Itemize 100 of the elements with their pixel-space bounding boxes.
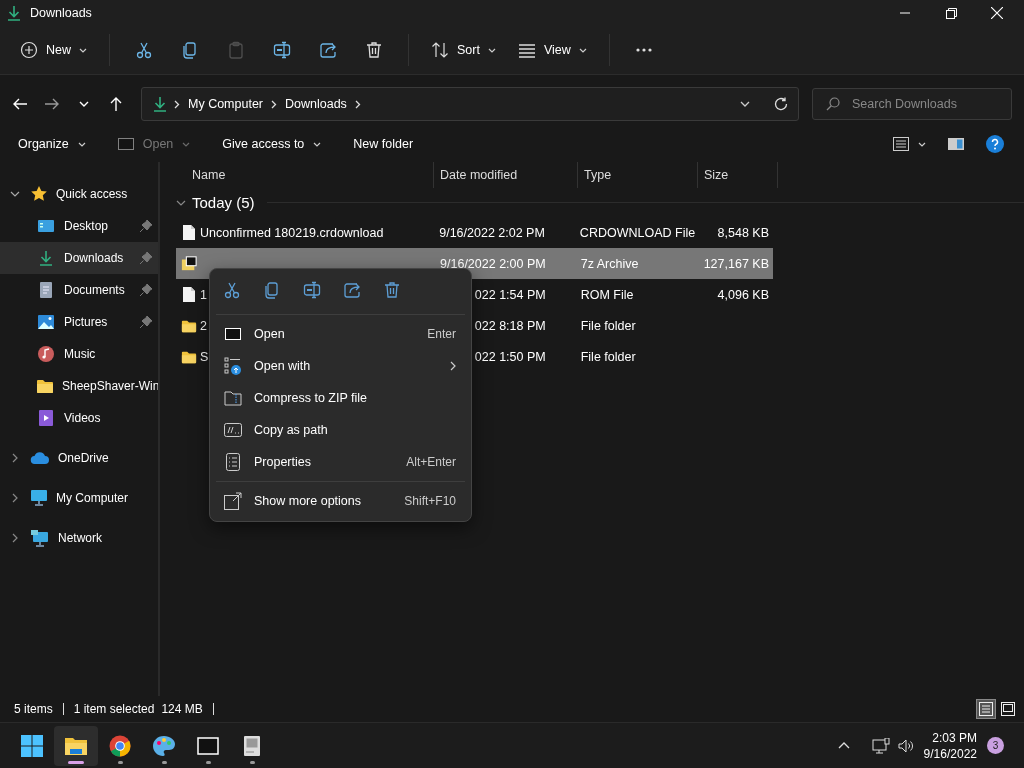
menu-item[interactable]: Properties Alt+Enter [210,446,471,478]
sidebar-item[interactable]: Network [0,522,158,554]
file-size: 127,167 KB [703,256,769,271]
caret-icon [182,141,191,147]
sidebar-item[interactable]: My Computer [0,482,158,514]
search-field[interactable]: Search Downloads [812,88,1012,120]
computer-icon [243,734,261,757]
zip-folder-icon [224,390,242,406]
date-modified: 022 8:18 PM [474,318,546,333]
file-name: Unconfirmed 180219.crdownload [200,225,384,240]
breadcrumb[interactable]: Downloads [283,97,349,111]
archive-icon [181,255,197,272]
palette-icon [152,734,176,757]
window-title: Downloads [30,6,92,20]
column-header[interactable]: Size [698,162,778,188]
chevron-icon [271,99,278,109]
cloud-icon [30,451,50,465]
sidebar-item[interactable]: OneDrive [0,442,158,474]
close-icon [991,7,1003,19]
menu-item[interactable]: Copy as path [210,414,471,446]
date-modified: 022 1:50 PM [474,349,546,364]
chevron-right-icon [450,361,456,371]
selection-info: 1 item selected [73,702,155,716]
notification-badge[interactable]: 3 [987,737,1004,754]
tiles-view-icon [1001,702,1015,716]
menu-item[interactable]: Open with [210,350,471,382]
rename-icon [303,281,321,299]
download-icon [6,5,22,21]
sidebar-item[interactable]: Pictures [0,306,158,338]
help-icon [986,135,1004,153]
search-icon [826,97,840,111]
chevron-up-icon [837,742,850,749]
chevron-down-icon [79,101,89,107]
group-header[interactable]: Today (5) [192,194,255,211]
pin-icon [140,284,152,296]
caret-icon [578,47,587,53]
download-icon [152,96,168,112]
copy-icon [263,281,281,299]
caret-icon [487,47,496,53]
breadcrumb[interactable]: My Computer [186,97,266,111]
sidebar-item[interactable]: Music [0,338,158,370]
star-icon [30,185,48,203]
monitor-icon [30,489,48,507]
shortcut-label: Enter [427,327,456,341]
file-name: S [200,349,209,364]
video-icon [37,409,55,427]
download-icon [38,250,54,266]
plus-icon [20,41,38,59]
archive-logo-icon [225,328,241,340]
sidebar-item[interactable]: Desktop [0,210,158,242]
sidebar-item[interactable]: Videos [0,402,158,434]
menu-item[interactable]: Show more options Shift+F10 [210,485,471,517]
archive-logo-icon [197,736,219,755]
more-icon [635,48,652,52]
menu-button[interactable]: Give access to [214,130,330,158]
caret-icon [313,141,322,147]
file-type: 7z Archive [580,256,639,271]
file-name: 1 [200,287,207,302]
new-button[interactable]: New [12,33,95,67]
details-view-button[interactable] [976,699,996,719]
path-icon [224,423,242,437]
music-icon [37,345,55,363]
column-header[interactable]: Name [176,162,434,188]
trash-icon [365,41,383,59]
selection-size: 124 MB [161,702,203,716]
chevron-down-icon [10,191,20,197]
sidebar-item[interactable]: Quick access [0,178,158,210]
clock[interactable]: 2:03 PM 9/16/2022 [923,729,977,762]
chevron-icon [174,99,180,109]
sidebar-item[interactable]: SheepShaver-Win [0,370,158,402]
chevron-right-icon [12,493,18,503]
copy-icon [181,41,199,59]
file-icon [181,286,197,303]
windows-logo-icon [21,734,43,757]
list-icon [517,41,536,59]
shortcut-label: Shift+F10 [404,494,456,508]
taskbar-icon[interactable] [54,725,98,766]
column-header[interactable]: Date modified [434,162,578,188]
refresh-icon [774,97,788,111]
column-header[interactable]: Type [578,162,698,188]
sidebar-item[interactable]: Downloads [0,242,158,274]
arrow-right-icon [45,98,59,110]
share-icon [343,281,361,299]
view-button[interactable]: View [509,33,595,67]
chevron-down-icon [740,101,750,107]
chevron-icon [354,99,361,109]
sort-button[interactable]: Sort [423,33,504,67]
menu-item[interactable]: Compress to ZIP file [210,382,471,414]
address-bar[interactable]: My Computer Downloads [141,87,799,121]
tiles-view-button[interactable] [998,699,1018,719]
sidebar-item[interactable]: Documents [0,274,158,306]
browser-icon [109,734,131,757]
menu-button[interactable]: Organize [10,130,94,158]
sort-icon [431,41,449,59]
new-folder-button[interactable]: New folder [345,130,422,158]
details-view-icon [979,702,993,716]
menu-item[interactable]: Open Enter [210,318,471,350]
network-icon [30,529,50,547]
file-type: ROM File [580,287,634,302]
pane-icon [948,138,964,150]
